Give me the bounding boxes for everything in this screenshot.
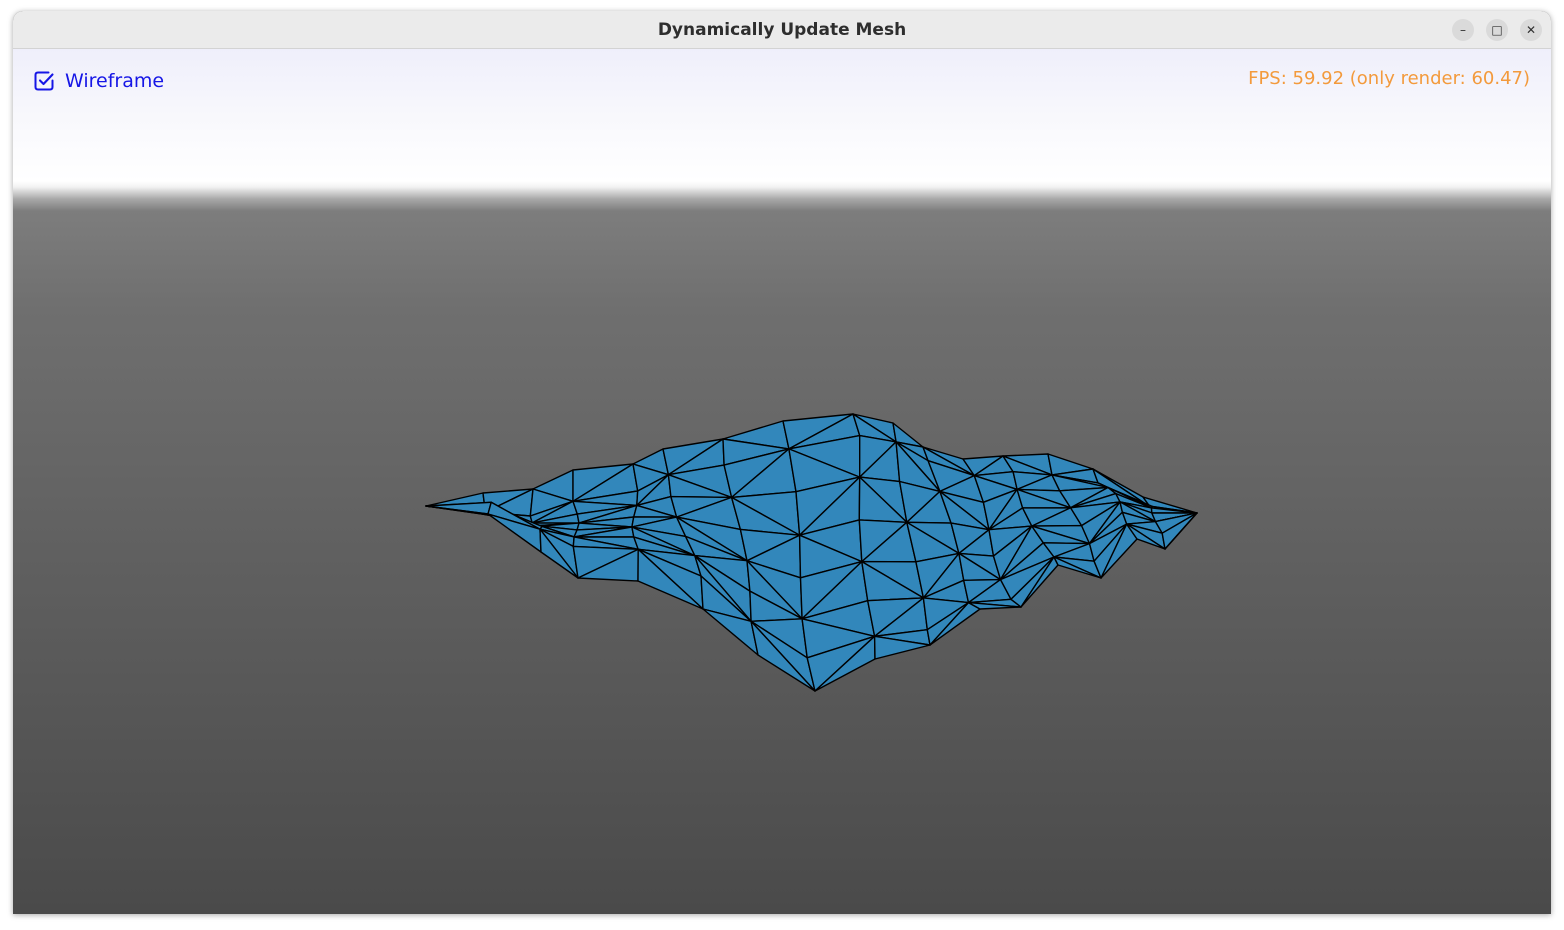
maximize-button[interactable]: □ bbox=[1486, 19, 1508, 41]
app-window: Dynamically Update Mesh – □ ✕ Wireframe … bbox=[13, 11, 1551, 914]
terrain-mesh bbox=[425, 413, 1198, 692]
close-icon: ✕ bbox=[1525, 23, 1537, 37]
3d-viewport[interactable]: Wireframe FPS: 59.92 (only render: 60.47… bbox=[13, 49, 1551, 914]
minimize-button[interactable]: – bbox=[1452, 19, 1474, 41]
window-title: Dynamically Update Mesh bbox=[657, 20, 907, 40]
checkbox-checked-icon bbox=[34, 71, 54, 91]
close-button[interactable]: ✕ bbox=[1520, 19, 1542, 41]
wireframe-label: Wireframe bbox=[65, 70, 165, 92]
minimize-icon: – bbox=[1460, 23, 1466, 37]
fps-counter: FPS: 59.92 (only render: 60.47) bbox=[1248, 68, 1530, 89]
title-bar[interactable]: Dynamically Update Mesh – □ ✕ bbox=[13, 11, 1551, 49]
wireframe-checkbox[interactable]: Wireframe bbox=[33, 69, 164, 93]
maximize-icon: □ bbox=[1491, 23, 1503, 37]
